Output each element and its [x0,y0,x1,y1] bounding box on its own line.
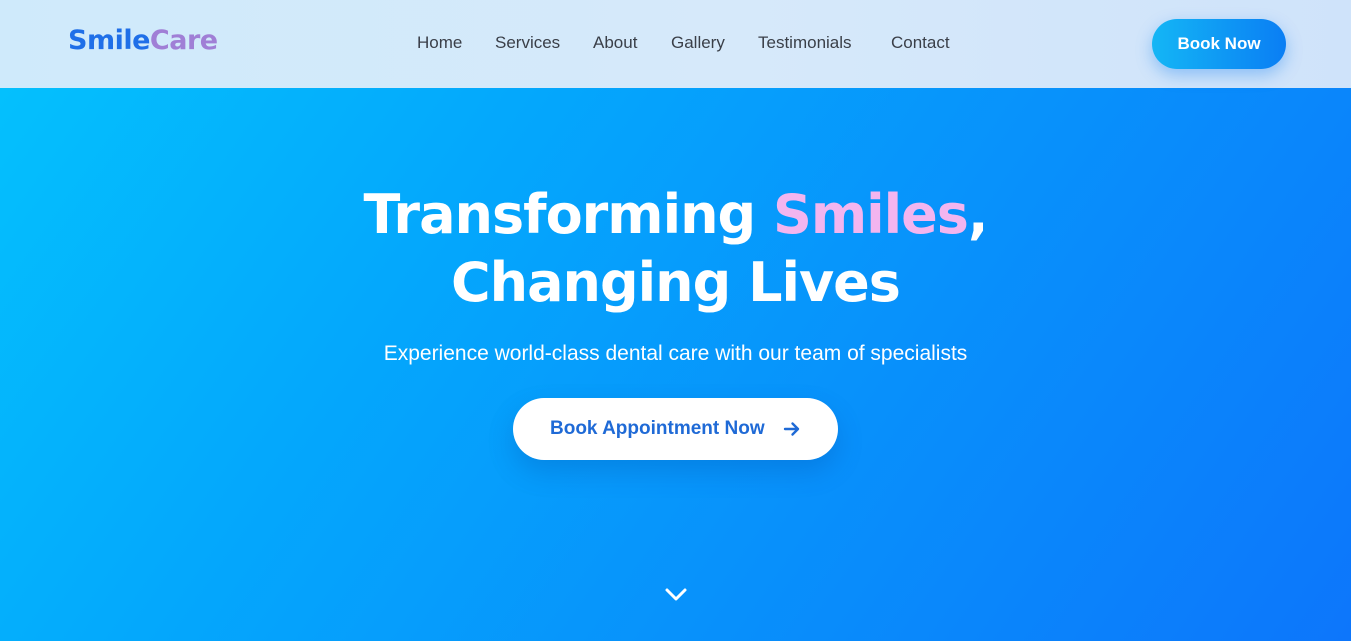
headline-accent: Smiles [773,183,969,246]
hero-headline-line2: Changing Lives [451,251,901,314]
headline-text: Transforming [363,183,773,246]
hero-subtitle: Experience world-class dental care with … [383,342,968,365]
nav-contact[interactable]: Contact [891,31,950,55]
page: SmileCare Home Services About Gallery Te… [0,0,1351,641]
nav-services[interactable]: Services [495,31,560,55]
logo[interactable]: SmileCare [68,22,218,60]
chevron-down-icon[interactable] [663,584,689,606]
hero-section: Transforming Smiles, Changing Lives Expe… [0,88,1351,641]
site-header: SmileCare Home Services About Gallery Te… [0,0,1351,88]
nav-testimonials[interactable]: Testimonials [758,31,852,55]
logo-primary: Smile [68,25,150,56]
cta-label: Book Appointment Now [550,418,765,439]
nav-gallery[interactable]: Gallery [671,31,725,55]
logo-secondary: Care [149,25,218,56]
hero-headline-line1: Transforming Smiles, [0,182,1351,248]
nav-about[interactable]: About [593,31,637,55]
arrow-right-icon [783,422,800,436]
book-now-button[interactable]: Book Now [1152,19,1286,69]
headline-comma: , [967,183,988,246]
book-appointment-button[interactable]: Book Appointment Now [513,398,838,460]
nav-home[interactable]: Home [417,31,462,55]
